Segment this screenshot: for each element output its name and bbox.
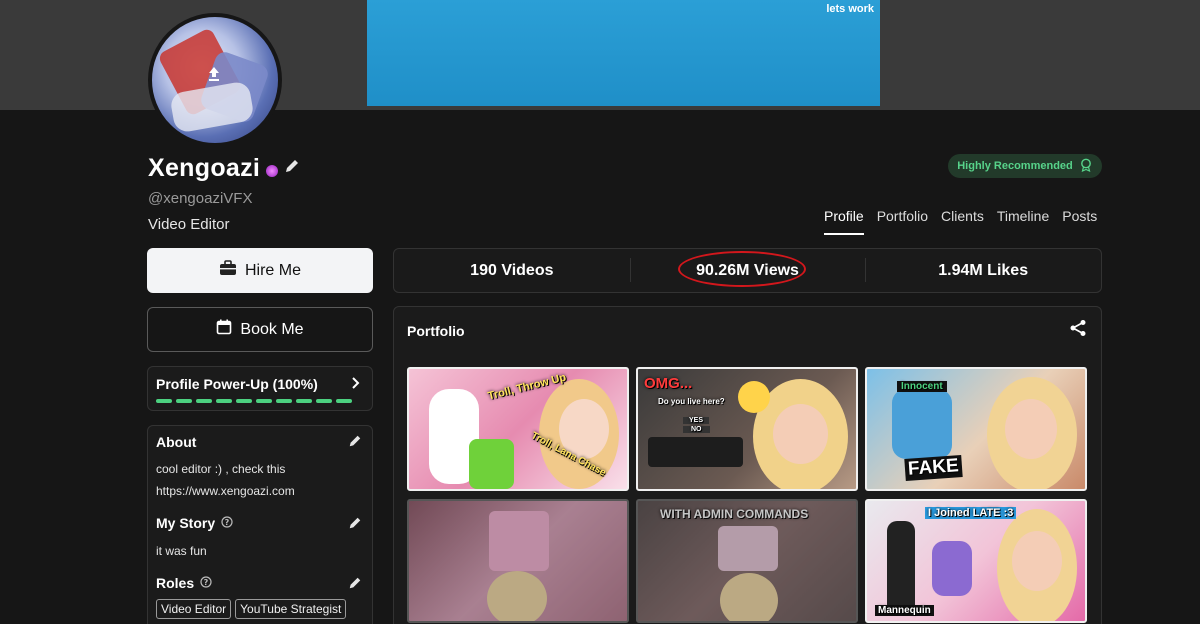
briefcase-icon [219,260,237,281]
thumbnail-caption: NO [683,426,710,433]
profile-name: Xengoazi [148,154,261,182]
portfolio-thumbnail[interactable]: Troll, Throw Up Troll, Lana Chase [407,367,629,491]
portfolio-thumbnail[interactable]: I Joined LATE :3 Mannequin [865,499,1087,623]
my-story-text: it was fun [156,544,207,558]
role-chip: Video Editor [156,599,232,619]
thumbnail-caption: WITH ADMIN COMMANDS [660,507,809,521]
portfolio-thumbnail[interactable]: WITH ADMIN COMMANDS [636,499,858,623]
award-icon [1079,158,1093,175]
thumbnail-caption: YES [683,417,710,424]
thumbnail-caption: OMG... [644,375,693,392]
stat-videos: 190 Videos [470,261,554,279]
edit-name-icon[interactable] [284,158,300,179]
tab-clients[interactable]: Clients [941,206,984,235]
svg-text:?: ? [204,578,209,587]
about-link[interactable]: https://www.xengoazi.com [156,484,295,498]
my-story-label: My Story [156,515,216,531]
tab-profile[interactable]: Profile [824,206,864,235]
edit-roles-icon[interactable] [348,576,362,595]
role-chip: YouTube Strategist [235,599,347,619]
tab-posts[interactable]: Posts [1062,206,1097,235]
edit-story-icon[interactable] [348,516,362,535]
calendar-icon [216,319,232,340]
cover-banner[interactable]: lets work [367,0,880,106]
svg-text:?: ? [225,518,230,527]
profile-role-title: Video Editor [148,216,230,233]
upload-icon[interactable] [201,61,227,87]
highly-recommended-badge: Highly Recommended [948,154,1102,178]
profile-handle: @xengoaziVFX [148,190,253,207]
profile-powerup-card[interactable]: Profile Power-Up (100%) [147,366,373,411]
roles-chips: Video Editor YouTube Strategist [156,599,347,619]
roles-title: Roles ? [156,575,212,591]
portfolio-card: Portfolio Troll, Throw Up Troll, Lana Ch… [393,306,1102,624]
help-icon[interactable]: ? [221,515,233,531]
thumbnail-caption: Mannequin [875,605,934,616]
thumbnail-caption: Do you live here? [658,397,725,406]
profile-name-row: Xengoazi [148,154,300,183]
banner-text: lets work [826,3,874,15]
thumbnail-caption: Innocent [897,381,947,392]
hire-me-button[interactable]: Hire Me [147,248,373,293]
portfolio-thumbnail[interactable]: OMG... Do you live here? YES NO [636,367,858,491]
stat-likes: 1.94M Likes [865,257,1101,282]
portfolio-thumbnail[interactable]: Innocent FAKE [865,367,1087,491]
tab-portfolio[interactable]: Portfolio [877,206,928,235]
hire-me-label: Hire Me [244,261,301,279]
profile-tabs: Profile Portfolio Clients Timeline Posts [824,206,1110,235]
views-highlight-circle [678,251,806,287]
thumbnail-caption: I Joined LATE :3 [925,507,1017,519]
powerup-progress-bar [156,399,352,403]
powerup-title: Profile Power-Up (100%) [156,376,318,392]
about-text-line1: cool editor :) , check this [156,462,286,476]
share-icon[interactable] [1069,319,1087,342]
book-me-button[interactable]: Book Me [147,307,373,352]
portfolio-thumbnail[interactable] [407,499,629,623]
portfolio-title: Portfolio [407,323,465,339]
book-me-label: Book Me [240,320,304,338]
my-story-title: My Story ? [156,515,233,531]
edit-about-icon[interactable] [348,434,362,453]
verified-badge-icon [266,165,279,177]
badge-label: Highly Recommended [957,160,1073,172]
about-title: About [156,434,197,450]
roles-label: Roles [156,575,195,591]
tab-timeline[interactable]: Timeline [997,206,1049,235]
help-icon[interactable]: ? [200,575,212,591]
chevron-right-icon [350,376,362,395]
thumbnail-caption: FAKE [904,455,963,481]
about-card: About cool editor :) , check this https:… [147,425,373,624]
